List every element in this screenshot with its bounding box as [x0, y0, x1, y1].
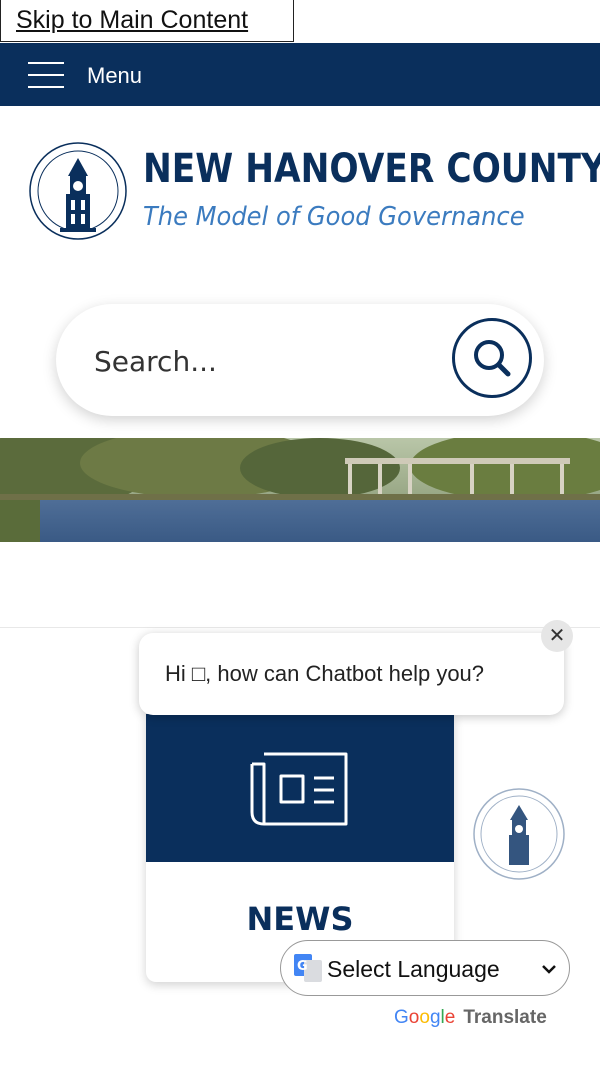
search-button[interactable] [452, 318, 532, 398]
menu-label[interactable]: Menu [87, 63, 142, 89]
chevron-down-icon [542, 965, 556, 974]
powered-by-google-translate[interactable]: Google Translate [394, 1007, 547, 1029]
newspaper-icon [250, 752, 348, 826]
waterfront-landscape-image [0, 438, 600, 542]
google-translate-icon: G [294, 954, 322, 982]
search-bar [56, 304, 544, 416]
county-name: NEW HANOVER COUNTY [143, 146, 600, 192]
section-divider [0, 627, 600, 628]
news-card-header [146, 714, 454, 862]
language-select[interactable]: G Select Language [280, 940, 570, 996]
county-seal-logo [29, 142, 127, 240]
translate-label: Translate [463, 1007, 547, 1028]
chatbot-close-icon[interactable]: ✕ [541, 620, 573, 652]
google-letter: o [408, 1007, 420, 1028]
language-select-label: Select Language [327, 956, 500, 982]
search-input[interactable] [92, 334, 426, 388]
site-branding[interactable]: NEW HANOVER COUNTY The Model of Good Gov… [0, 106, 600, 276]
skip-to-main-content-link[interactable]: Skip to Main Content [0, 0, 294, 42]
svg-text:G: G [297, 959, 308, 974]
google-letter: g [429, 1007, 441, 1028]
news-label: NEWS [246, 900, 354, 938]
hero-banner-image [0, 438, 600, 542]
hamburger-menu-icon[interactable] [28, 62, 64, 88]
chatbot-greeting-bubble[interactable]: Hi □, how can Chatbot help you? [139, 633, 564, 715]
chatbot-greeting-text: Hi □, how can Chatbot help you? [165, 661, 485, 686]
google-letter: e [444, 1007, 456, 1028]
search-icon [474, 340, 511, 377]
top-nav-bar: Menu [0, 43, 600, 106]
county-tagline: The Model of Good Governance [143, 202, 525, 232]
google-letter: G [394, 1007, 409, 1028]
county-seal-icon [473, 788, 565, 880]
google-letter: o [419, 1007, 430, 1028]
